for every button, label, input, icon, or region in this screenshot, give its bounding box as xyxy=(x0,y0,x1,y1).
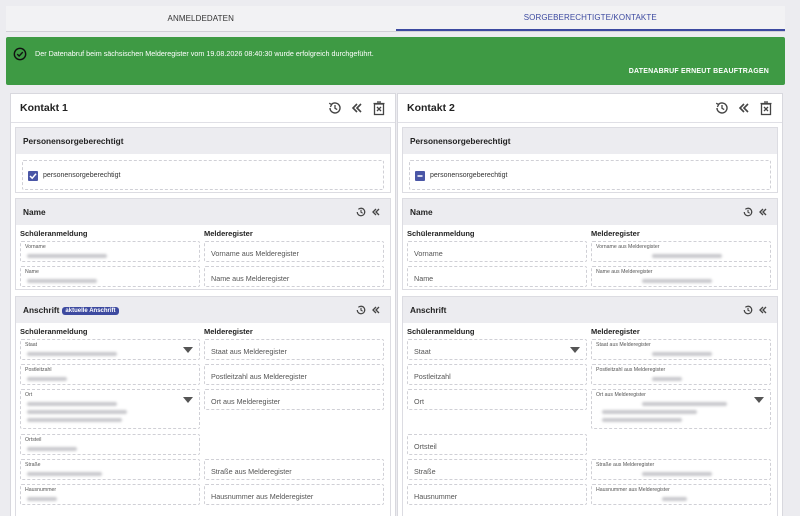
right-section-header: Melderegister xyxy=(204,327,253,336)
history-icon[interactable] xyxy=(355,206,367,218)
delete-icon[interactable] xyxy=(371,100,387,116)
checkbox-checked[interactable] xyxy=(28,171,38,181)
postleitzahl-field[interactable]: Postleitzahl xyxy=(407,364,587,385)
ortsteil-field[interactable]: Ortsteil xyxy=(20,434,200,455)
strasse-register-field: Straße aus Melderegister xyxy=(204,459,384,480)
history-icon[interactable] xyxy=(742,206,754,218)
current-address-badge: aktuelle Anschrift xyxy=(62,307,119,315)
double-chevron-left-icon[interactable] xyxy=(757,206,769,218)
contact-panel-2: Kontakt 2 Personensorgeberechtigt person… xyxy=(397,93,783,516)
ortsteil-field[interactable]: Ortsteil xyxy=(407,434,587,455)
dropdown-arrow-icon xyxy=(754,397,764,403)
hausnummer-field[interactable]: Hausnummer xyxy=(407,484,587,505)
left-section-header: Schüleranmeldung xyxy=(407,327,475,336)
hausnummer-register-field: Hausnummer aus Melderegister xyxy=(591,484,771,505)
hausnummer-field[interactable]: Hausnummer xyxy=(20,484,200,505)
tab-anmeldedaten[interactable]: ANMELDEDATEN xyxy=(6,6,396,31)
right-section-header: Melderegister xyxy=(591,229,640,238)
vorname-field[interactable]: Vorname xyxy=(20,241,200,262)
success-banner: Der Datenabruf beim sächsischen Meldereg… xyxy=(6,37,785,85)
history-icon[interactable] xyxy=(742,304,754,316)
name-register-field: Name aus Melderegister xyxy=(204,266,384,287)
right-section-header: Melderegister xyxy=(591,327,640,336)
staat-select[interactable]: Staat xyxy=(20,339,200,360)
checkbox-label: personensorgeberechtigt xyxy=(43,172,121,179)
checkbox-indeterminate[interactable] xyxy=(415,171,425,181)
tab-sorgeberechtigte-kontakte[interactable]: SORGEBERECHTIGTE/KONTAKTE xyxy=(395,6,785,31)
contact-header: Kontakt 2 xyxy=(398,94,782,123)
right-section-header: Melderegister xyxy=(204,229,253,238)
guardian-checkbox-row: personensorgeberechtigt xyxy=(409,160,771,190)
vorname-register-field: Vorname aus Melderegister xyxy=(204,241,384,262)
banner-message: Der Datenabruf beim sächsischen Meldereg… xyxy=(35,49,374,58)
name-register-field: Name aus Melderegister xyxy=(591,266,771,287)
staat-select[interactable]: Staat xyxy=(407,339,587,360)
ort-select[interactable]: Ort xyxy=(20,389,200,429)
double-chevron-left-icon[interactable] xyxy=(757,304,769,316)
strasse-field[interactable]: Straße xyxy=(20,459,200,480)
history-icon[interactable] xyxy=(714,100,730,116)
check-circle-icon xyxy=(13,47,27,61)
contact-title: Kontakt 2 xyxy=(407,102,455,114)
card-title: Personensorgeberechtigt xyxy=(410,136,511,146)
address-card: Anschrift Schüleranmeldung Melderegister… xyxy=(402,296,778,516)
checkbox-label: personensorgeberechtigt xyxy=(430,172,508,179)
retry-fetch-button[interactable]: DATENABRUF ERNEUT BEAUFTRAGEN xyxy=(629,68,769,75)
history-icon[interactable] xyxy=(327,100,343,116)
double-chevron-left-icon[interactable] xyxy=(370,206,382,218)
guardian-card: Personensorgeberechtigt personensorgeber… xyxy=(15,127,391,193)
vorname-register-field: Vorname aus Melderegister xyxy=(591,241,771,262)
tab-bar: ANMELDEDATEN SORGEBERECHTIGTE/KONTAKTE xyxy=(6,6,785,32)
staat-register-field: Staat aus Melderegister xyxy=(204,339,384,360)
name-card: Name Schüleranmeldung Melderegister Vorn… xyxy=(402,198,778,290)
ort-field[interactable]: Ort xyxy=(407,389,587,410)
staat-register-field: Staat aus Melderegister xyxy=(591,339,771,360)
name-field[interactable]: Name xyxy=(20,266,200,287)
card-title: Personensorgeberechtigt xyxy=(23,136,124,146)
contact-header: Kontakt 1 xyxy=(11,94,395,123)
card-title: Name xyxy=(23,207,46,217)
double-chevron-left-icon[interactable] xyxy=(736,100,752,116)
postleitzahl-field[interactable]: Postleitzahl xyxy=(20,364,200,385)
card-title: Anschrift aktuelle Anschrift xyxy=(23,305,119,315)
vorname-field[interactable]: Vorname xyxy=(407,241,587,262)
postleitzahl-register-field: Postleitzahl aus Melderegister xyxy=(591,364,771,385)
double-chevron-left-icon[interactable] xyxy=(370,304,382,316)
hausnummer-register-field: Hausnummer aus Melderegister xyxy=(204,484,384,505)
address-card: Anschrift aktuelle Anschrift Schüleranmel… xyxy=(15,296,391,516)
dropdown-arrow-icon xyxy=(183,347,193,353)
strasse-field[interactable]: Straße xyxy=(407,459,587,480)
dropdown-arrow-icon xyxy=(183,397,193,403)
double-chevron-left-icon[interactable] xyxy=(349,100,365,116)
name-field[interactable]: Name xyxy=(407,266,587,287)
postleitzahl-register-field: Postleitzahl aus Melderegister xyxy=(204,364,384,385)
history-icon[interactable] xyxy=(355,304,367,316)
contact-title: Kontakt 1 xyxy=(20,102,68,114)
card-title: Anschrift xyxy=(410,305,447,315)
ort-register-field: Ort aus Melderegister xyxy=(204,389,384,410)
dropdown-arrow-icon xyxy=(570,347,580,353)
ort-register-select: Ort aus Melderegister xyxy=(591,389,771,429)
delete-icon[interactable] xyxy=(758,100,774,116)
left-section-header: Schüleranmeldung xyxy=(20,327,88,336)
strasse-register-field: Straße aus Melderegister xyxy=(591,459,771,480)
contact-panel-1: Kontakt 1 Personensorgeberechtigt person… xyxy=(10,93,396,516)
left-section-header: Schüleranmeldung xyxy=(20,229,88,238)
guardian-card: Personensorgeberechtigt personensorgeber… xyxy=(402,127,778,193)
card-title: Name xyxy=(410,207,433,217)
left-section-header: Schüleranmeldung xyxy=(407,229,475,238)
guardian-checkbox-row: personensorgeberechtigt xyxy=(22,160,384,190)
name-card: Name Schüleranmeldung Melderegister Vorn… xyxy=(15,198,391,290)
